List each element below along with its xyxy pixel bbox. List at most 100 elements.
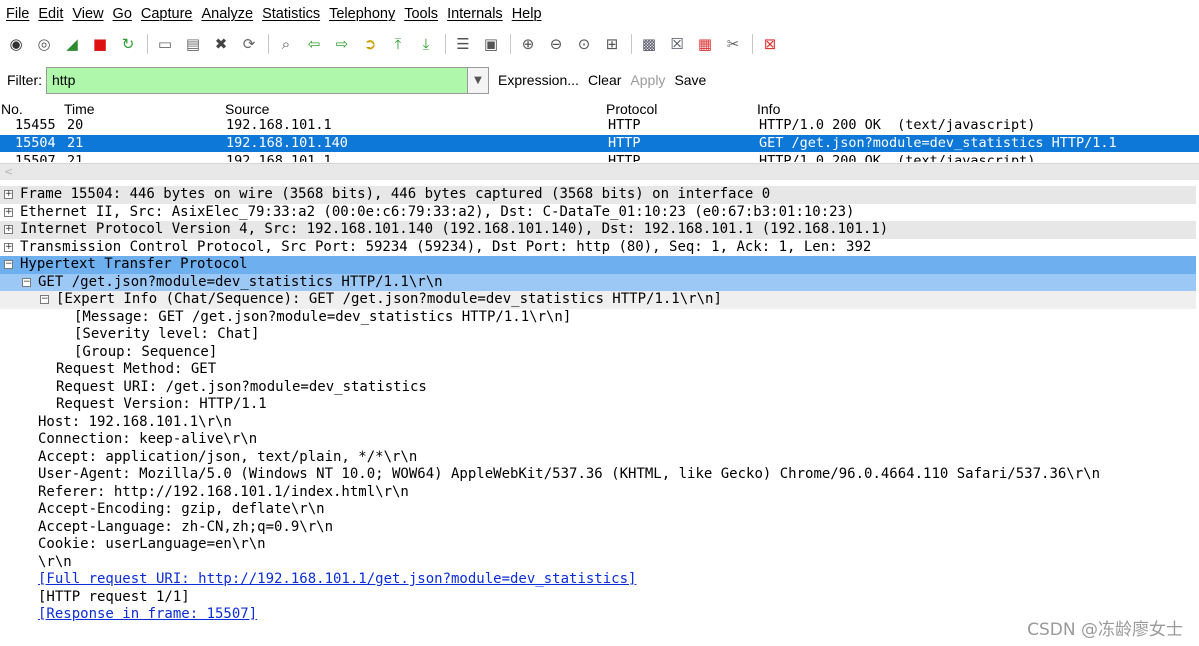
packet-info: GET /get.json?module=dev_statistics HTTP…: [759, 135, 1117, 151]
restart-capture-icon[interactable]: ↻: [117, 33, 139, 55]
resize-columns-icon[interactable]: ⊞: [601, 33, 623, 55]
go-forward-icon[interactable]: ⇨: [331, 33, 353, 55]
detail-row[interactable]: [Response in frame: 15507]: [0, 606, 1196, 624]
start-capture-icon[interactable]: ◢: [61, 33, 83, 55]
menu-telephony[interactable]: Telephony: [329, 6, 395, 22]
zoom-in-icon[interactable]: ⊕: [517, 33, 539, 55]
detail-row[interactable]: [Group: Sequence]: [0, 344, 1196, 362]
detail-row[interactable]: Cookie: userLanguage=en\r\n: [0, 536, 1196, 554]
open-file-icon[interactable]: ▭: [154, 33, 176, 55]
menu-view[interactable]: View: [72, 6, 103, 22]
reload-icon[interactable]: ⟳: [238, 33, 260, 55]
filter-dropdown-button[interactable]: ▼: [467, 66, 489, 94]
zoom-out-icon[interactable]: ⊖: [545, 33, 567, 55]
column-header-source[interactable]: Source: [225, 101, 269, 117]
clear-button[interactable]: Clear: [588, 72, 621, 88]
apply-button[interactable]: Apply: [630, 72, 665, 88]
detail-row[interactable]: [HTTP request 1/1]: [0, 589, 1196, 607]
expand-icon[interactable]: +: [4, 242, 13, 252]
detail-row-ip[interactable]: + Internet Protocol Version 4, Src: 192.…: [0, 221, 1196, 239]
menu-bar: File Edit View Go Capture Analyze Statis…: [0, 0, 1199, 28]
detail-text: Internet Protocol Version 4, Src: 192.16…: [20, 221, 889, 237]
interface-list-icon[interactable]: ◉: [5, 33, 27, 55]
go-to-packet-icon[interactable]: ➲: [359, 33, 381, 55]
collapse-icon[interactable]: −: [22, 277, 31, 287]
detail-text: Transmission Control Protocol, Src Port:…: [20, 238, 872, 255]
colorize-icon[interactable]: ☰: [452, 33, 474, 55]
detail-row[interactable]: Request Version: HTTP/1.1: [0, 396, 1196, 414]
save-button[interactable]: Save: [674, 72, 706, 88]
detail-row[interactable]: Accept-Language: zh-CN,zh;q=0.9\r\n: [0, 519, 1196, 537]
column-header-no[interactable]: No.: [1, 101, 23, 117]
menu-file[interactable]: File: [6, 6, 29, 22]
detail-row[interactable]: Referer: http://192.168.101.1/index.html…: [0, 484, 1196, 502]
packet-time: 21: [67, 135, 84, 151]
save-file-icon[interactable]: ▤: [182, 33, 204, 55]
column-header-time[interactable]: Time: [64, 101, 95, 117]
go-last-icon[interactable]: ⤓: [415, 33, 437, 55]
collapse-icon[interactable]: −: [40, 295, 49, 304]
menu-analyze[interactable]: Analyze: [201, 6, 253, 22]
column-header-protocol[interactable]: Protocol: [606, 101, 657, 117]
capture-filters-icon[interactable]: ▩: [638, 33, 660, 55]
horizontal-scrollbar[interactable]: <: [0, 163, 1199, 180]
packet-source: 192.168.101.1: [226, 117, 332, 133]
detail-text: Accept: application/json, text/plain, */…: [38, 448, 418, 465]
menu-capture[interactable]: Capture: [141, 6, 193, 22]
detail-row[interactable]: Request URI: /get.json?module=dev_statis…: [0, 379, 1196, 397]
packet-row-selected[interactable]: 15504 21 192.168.101.140 HTTP GET /get.j…: [0, 135, 1199, 152]
detail-row-request-line[interactable]: − GET /get.json?module=dev_statistics HT…: [0, 273, 1196, 291]
filter-input[interactable]: http: [46, 66, 467, 94]
auto-scroll-icon[interactable]: ▣: [480, 33, 502, 55]
detail-text: Ethernet II, Src: AsixElec_79:33:a2 (00:…: [20, 203, 855, 220]
menu-edit[interactable]: Edit: [38, 6, 63, 22]
packet-row[interactable]: 15507 21 192.168.101.1 HTTP HTTP/1.0 200…: [0, 153, 1199, 162]
detail-row-frame[interactable]: + Frame 15504: 446 bytes on wire (3568 b…: [0, 186, 1196, 204]
detail-row-ethernet[interactable]: + Ethernet II, Src: AsixElec_79:33:a2 (0…: [0, 204, 1196, 222]
response-in-frame-link[interactable]: [Response in frame: 15507]: [38, 606, 257, 624]
capture-options-icon[interactable]: ◎: [33, 33, 55, 55]
preferences-icon[interactable]: ✂: [722, 33, 744, 55]
packet-no: 15455: [15, 117, 56, 133]
column-header-info[interactable]: Info: [757, 101, 780, 117]
menu-statistics[interactable]: Statistics: [262, 6, 320, 22]
find-packet-icon[interactable]: ⌕: [275, 33, 297, 55]
display-filters-icon[interactable]: ☒: [666, 33, 688, 55]
detail-row-tcp[interactable]: + Transmission Control Protocol, Src Por…: [0, 239, 1196, 257]
detail-row[interactable]: [Severity level: Chat]: [0, 326, 1196, 344]
detail-text: Cookie: userLanguage=en\r\n: [38, 536, 266, 552]
detail-row[interactable]: \r\n: [0, 554, 1196, 572]
detail-row[interactable]: [Full request URI: http://192.168.101.1/…: [0, 571, 1196, 589]
detail-row[interactable]: Request Method: GET: [0, 361, 1196, 379]
detail-text: [Message: GET /get.json?module=dev_stati…: [74, 308, 572, 325]
detail-row[interactable]: Accept: application/json, text/plain, */…: [0, 449, 1196, 467]
stop-capture-icon[interactable]: ■: [89, 33, 111, 55]
menu-internals[interactable]: Internals: [447, 6, 503, 22]
go-back-icon[interactable]: ⇦: [303, 33, 325, 55]
detail-row[interactable]: Accept-Encoding: gzip, deflate\r\n: [0, 501, 1196, 519]
scroll-left-icon[interactable]: <: [4, 165, 13, 178]
detail-row[interactable]: [Message: GET /get.json?module=dev_stati…: [0, 309, 1196, 327]
coloring-rules-icon[interactable]: ▦: [694, 33, 716, 55]
go-first-icon[interactable]: ⤒: [387, 33, 409, 55]
detail-row[interactable]: Host: 192.168.101.1\r\n: [0, 414, 1196, 432]
full-request-uri-link[interactable]: [Full request URI: http://192.168.101.1/…: [38, 571, 636, 589]
expand-icon[interactable]: +: [4, 207, 13, 217]
menu-go[interactable]: Go: [113, 6, 132, 22]
close-file-icon[interactable]: ✖: [210, 33, 232, 55]
detail-row[interactable]: User-Agent: Mozilla/5.0 (Windows NT 10.0…: [0, 466, 1196, 484]
zoom-normal-icon[interactable]: ⊙: [573, 33, 595, 55]
detail-row-expert-info[interactable]: − [Expert Info (Chat/Sequence): GET /get…: [0, 291, 1196, 309]
packet-no: 15504: [15, 135, 56, 151]
detail-row-http[interactable]: − Hypertext Transfer Protocol: [0, 256, 1196, 274]
menu-tools[interactable]: Tools: [404, 6, 438, 22]
packet-no: 15507: [15, 153, 56, 162]
expand-icon[interactable]: +: [4, 225, 13, 234]
expand-icon[interactable]: +: [4, 190, 13, 199]
help-icon[interactable]: ⊠: [759, 33, 781, 55]
detail-row[interactable]: Connection: keep-alive\r\n: [0, 431, 1196, 449]
expression-button[interactable]: Expression...: [498, 72, 579, 88]
collapse-icon[interactable]: −: [4, 260, 13, 269]
packet-row[interactable]: 15455 20 192.168.101.1 HTTP HTTP/1.0 200…: [0, 117, 1199, 134]
menu-help[interactable]: Help: [512, 6, 542, 22]
